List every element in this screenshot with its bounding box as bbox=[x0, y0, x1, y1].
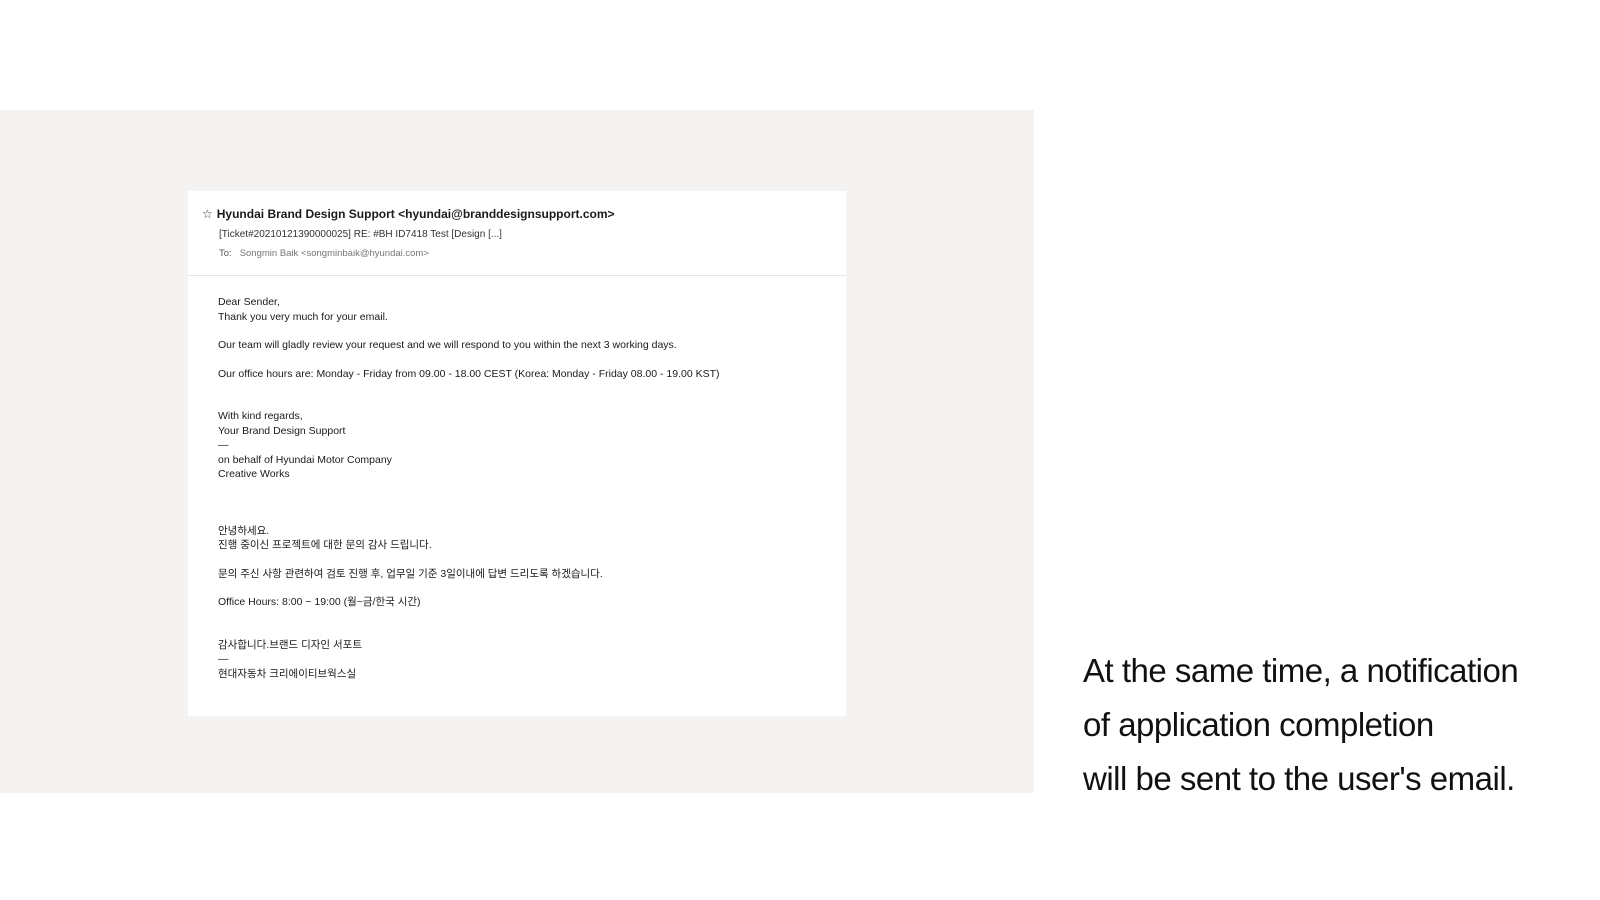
body-thanks: Thank you very much for your email. bbox=[218, 310, 388, 323]
email-subject: [Ticket#20210121390000025] RE: #BH ID741… bbox=[219, 229, 502, 240]
recipient-address: Songmin Baik <songminbaik@hyundai.com> bbox=[239, 248, 429, 259]
email-preview-panel: ☆ Hyundai Brand Design Support <hyundai@b… bbox=[0, 110, 1034, 793]
body-kr-company: 현대자동차 크리에이티브웍스실 bbox=[218, 667, 357, 680]
caption-line: will be sent to the user's email. bbox=[1083, 760, 1515, 797]
body-works: Creative Works bbox=[218, 468, 290, 480]
body-hours: Our office hours are: Monday - Friday fr… bbox=[218, 367, 720, 380]
email-header: ☆ Hyundai Brand Design Support <hyundai@b… bbox=[188, 191, 846, 276]
sender-address: Hyundai Brand Design Support <hyundai@br… bbox=[216, 207, 615, 221]
body-behalf: on behalf of Hyundai Motor Company bbox=[218, 453, 392, 466]
body-kr-thanks: 진행 중이신 프로젝트에 대한 문의 감사 드립니다. bbox=[218, 539, 432, 551]
body-regards: With kind regards, bbox=[218, 410, 303, 422]
caption-text: At the same time, a notification of appl… bbox=[1083, 644, 1519, 806]
body-separator: — bbox=[218, 653, 229, 665]
star-icon[interactable]: ☆ bbox=[202, 207, 213, 221]
email-sender: ☆ Hyundai Brand Design Support <hyundai@b… bbox=[202, 207, 615, 221]
email-message: ☆ Hyundai Brand Design Support <hyundai@b… bbox=[188, 191, 846, 716]
body-kr-review: 문의 주신 사항 관련하여 검토 진행 후, 업무일 기준 3일이내에 답변 드… bbox=[218, 567, 603, 580]
email-body: Dear Sender, Thank you very much for you… bbox=[218, 295, 838, 681]
caption-line: of application completion bbox=[1083, 706, 1434, 743]
email-recipient: To: Songmin Baik <songminbaik@hyundai.com… bbox=[219, 248, 429, 259]
body-greeting: Dear Sender, bbox=[218, 296, 280, 308]
body-team: Your Brand Design Support bbox=[218, 424, 346, 437]
body-separator: — bbox=[218, 439, 229, 451]
body-kr-closing: 감사합니다.브랜드 디자인 서포트 bbox=[218, 638, 362, 651]
body-kr-greeting: 안녕하세요. bbox=[218, 524, 270, 537]
caption-line: At the same time, a notification bbox=[1083, 652, 1519, 689]
body-kr-hours: Office Hours: 8:00 ~ 19:00 (월~금/한국 시간) bbox=[218, 596, 421, 608]
body-review: Our team will gladly review your request… bbox=[218, 339, 677, 351]
to-label: To: bbox=[219, 248, 232, 259]
